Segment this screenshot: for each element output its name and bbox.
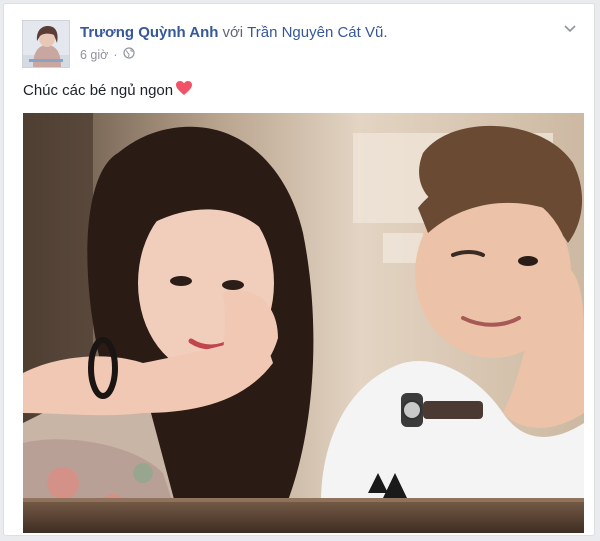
tagged-person-link[interactable]: Trần Nguyên Cát Vũ.: [247, 24, 387, 41]
heart-emoji-icon: [175, 80, 193, 100]
status-text-row: Chúc các bé ngủ ngon: [23, 80, 193, 100]
author-avatar[interactable]: [22, 20, 70, 68]
globe-icon[interactable]: [122, 47, 135, 62]
post-meta: 6 giờ ·: [80, 47, 135, 62]
author-name-link[interactable]: Trương Quỳnh Anh: [80, 24, 218, 41]
meta-separator: ·: [113, 47, 118, 62]
avatar-image: [23, 21, 69, 67]
with-label: với: [222, 24, 244, 41]
status-message: Chúc các bé ngủ ngon: [23, 81, 174, 99]
post-timestamp[interactable]: 6 giờ: [80, 48, 108, 62]
chevron-down-icon[interactable]: [562, 20, 578, 36]
post-header: Trương Quỳnh Anh với Trần Nguyên Cát Vũ.: [80, 24, 388, 41]
post-card: Trương Quỳnh Anh với Trần Nguyên Cát Vũ. 6…: [3, 3, 595, 536]
photo-image: [23, 113, 584, 533]
post-photo[interactable]: [23, 113, 584, 533]
